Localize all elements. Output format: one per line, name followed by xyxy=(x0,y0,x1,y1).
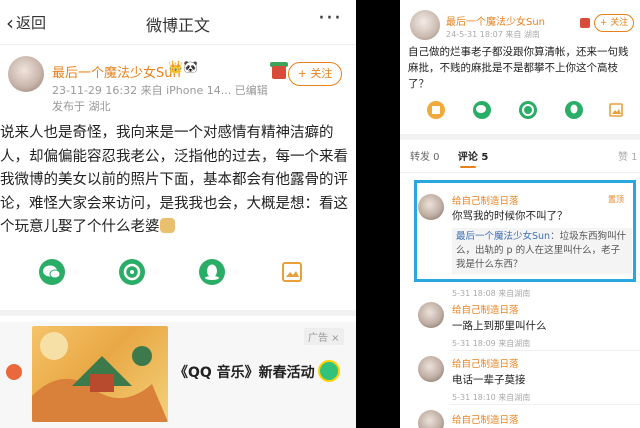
app-icon xyxy=(6,364,22,380)
black-divider xyxy=(356,0,400,428)
ad-image[interactable] xyxy=(32,326,168,422)
more-icon[interactable]: ··· xyxy=(318,6,342,31)
comment-username[interactable]: 给自己制造日落 xyxy=(452,356,519,370)
follow-button[interactable]: + 关注 xyxy=(594,14,634,32)
screenshot-canvas: ‹ 返回 微博正文 ··· 最后一个魔法少女Sun 👑🐼 23-11-29 16… xyxy=(0,0,640,428)
tab-comments[interactable]: 评论 5 xyxy=(458,152,488,163)
ad-artwork-icon xyxy=(32,332,168,422)
comment-avatar[interactable] xyxy=(418,410,444,428)
ad-close-tag[interactable]: 广告 × xyxy=(304,328,344,345)
post-username[interactable]: 最后一个魔法少女Sun xyxy=(446,13,545,28)
avatar[interactable] xyxy=(410,10,440,40)
comment-avatar[interactable] xyxy=(418,194,444,220)
comment-avatar[interactable] xyxy=(418,356,444,382)
wechat-icon[interactable] xyxy=(38,258,66,286)
tab-bar: 转发 0 评论 5 xyxy=(410,148,488,163)
follow-button[interactable]: + 关注 xyxy=(288,62,342,86)
share-row xyxy=(400,96,640,124)
post-meta: 23-11-29 16:32 来自 iPhone 14... 已编辑 xyxy=(52,84,268,97)
header-divider xyxy=(0,44,356,45)
comment-text: 一路上到那里叫什么 xyxy=(452,320,547,332)
reward-icon[interactable] xyxy=(426,100,446,120)
qq-icon[interactable] xyxy=(564,100,584,120)
post-meta: 24-5-31 18:07 来自 湖南 xyxy=(446,30,540,39)
share-row xyxy=(0,258,356,288)
emoji-icon xyxy=(159,218,175,233)
tabs-divider xyxy=(400,172,640,173)
comment-username[interactable]: 给自己制造日落 xyxy=(452,193,519,207)
gift-box-icon xyxy=(272,66,286,79)
user-badge-icons: 👑🐼 xyxy=(168,60,198,74)
moments-icon[interactable] xyxy=(118,258,146,286)
comment-divider xyxy=(450,404,640,405)
comment-username[interactable]: 给自己制造日落 xyxy=(452,412,519,426)
comment-text: 你骂我的时候你不叫了？ xyxy=(452,210,568,222)
section-divider xyxy=(400,134,640,140)
save-image-icon[interactable] xyxy=(278,258,306,286)
active-tab-indicator xyxy=(460,166,476,168)
post-text: 说来人也是奇怪，我向来是一个对感情有精神洁癖的人，却偏偏能容忍我老公，泛指他的过… xyxy=(0,122,352,240)
qq-icon[interactable] xyxy=(198,258,226,286)
wechat-icon[interactable] xyxy=(472,100,492,120)
save-image-icon[interactable] xyxy=(606,100,626,120)
comment-divider xyxy=(450,350,640,351)
reply-username[interactable]: 最后一个魔法少女Sun xyxy=(456,231,550,242)
page-title: 微博正文 xyxy=(145,16,210,35)
comment-time: 5-31 18:08 来自湖南 xyxy=(452,289,531,298)
post-text: 自己做的烂事老子都没跟你算清帐，还来一句贱麻批，不贱的麻批是不是都攀不上你这个高… xyxy=(408,46,629,90)
tab-likes[interactable]: 赞 1 xyxy=(618,148,638,163)
comment-text: 电话一辈子莫接 xyxy=(452,374,526,386)
comment-time: 5-31 18:10 来自湖南 xyxy=(452,393,531,402)
pinned-badge: 置顶 xyxy=(608,195,624,204)
post-location: 发布于 湖北 xyxy=(52,100,111,113)
avatar[interactable] xyxy=(8,56,44,92)
comment-avatar[interactable] xyxy=(418,302,444,328)
ad-title[interactable]: 《QQ 音乐》新春活动 xyxy=(174,362,315,382)
gift-icon xyxy=(580,18,590,28)
tab-repost[interactable]: 转发 0 xyxy=(410,152,440,163)
comment-username[interactable]: 给自己制造日落 xyxy=(452,302,519,316)
left-weibo-post-screen: ‹ 返回 微博正文 ··· 最后一个魔法少女Sun 👑🐼 23-11-29 16… xyxy=(0,0,356,428)
right-weibo-post-screen: 最后一个魔法少女Sun 24-5-31 18:07 来自 湖南 + 关注 自己做… xyxy=(400,0,640,428)
moments-icon[interactable] xyxy=(518,100,538,120)
reply-quote: 最后一个魔法少女Sun：垃圾东西狗叫什么，出轨的 p 的人在这里叫什么，老子我是… xyxy=(452,228,632,274)
section-divider xyxy=(0,310,356,316)
qq-music-logo-icon xyxy=(318,360,340,382)
post-username[interactable]: 最后一个魔法少女Sun xyxy=(52,62,181,81)
comment-time: 5-31 18:09 来自湖南 xyxy=(452,339,531,348)
